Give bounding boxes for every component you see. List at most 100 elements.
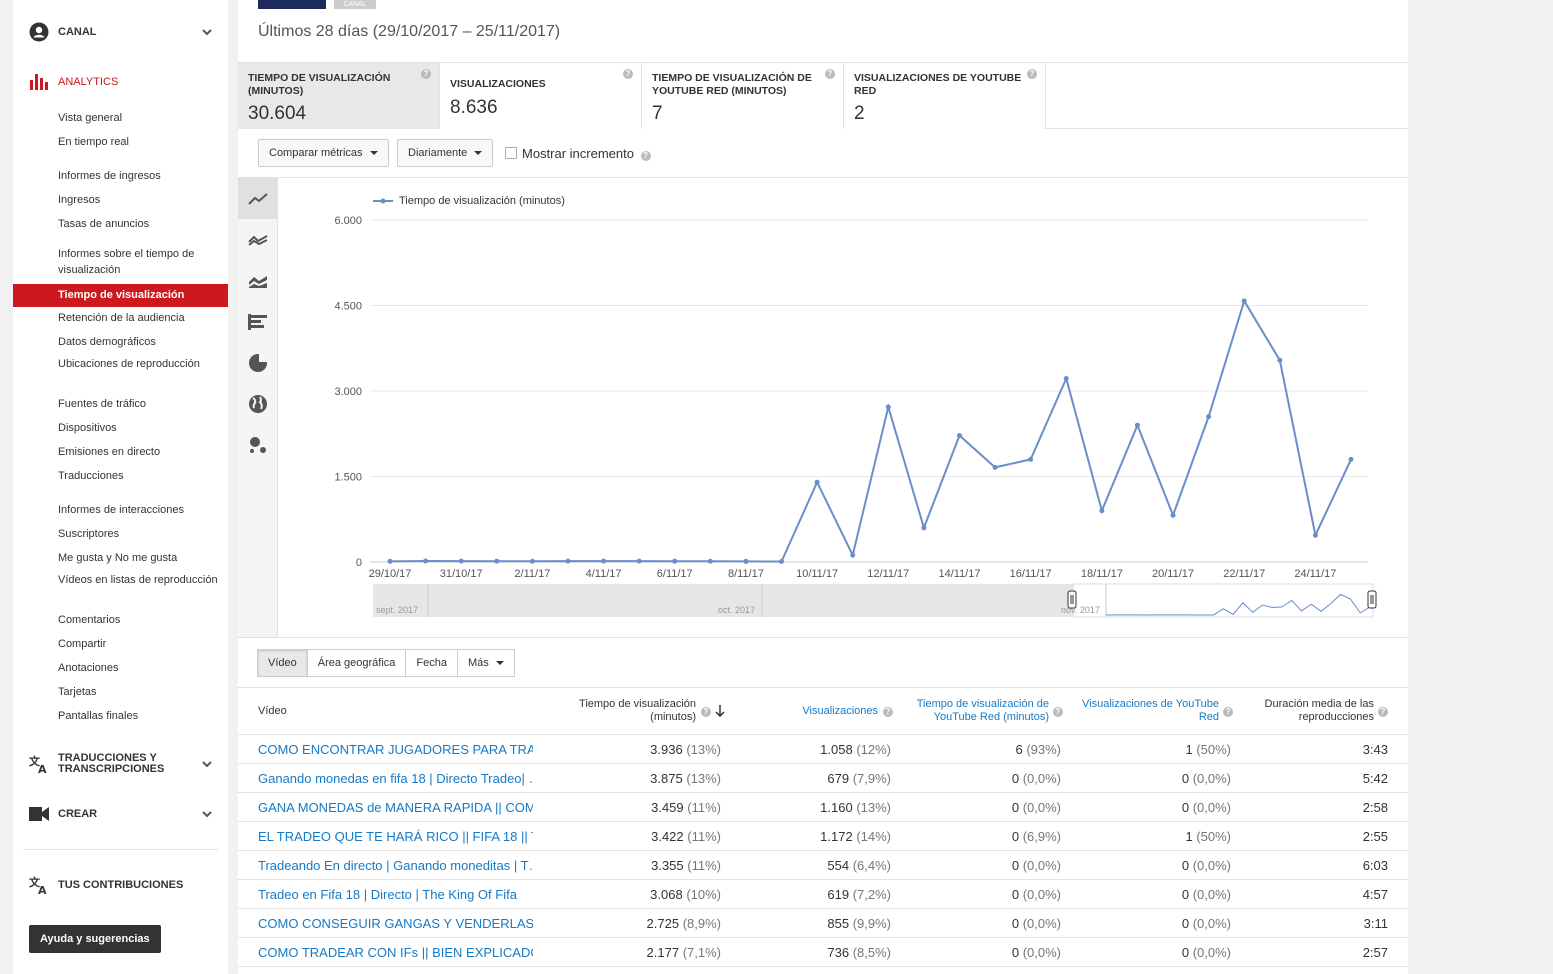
video-title-link[interactable]: Ganando monedas en fifa 18 | Directo Tra… bbox=[258, 771, 533, 786]
table-header: Vídeo Tiempo de visualización (minutos) … bbox=[238, 687, 1408, 735]
section-contribuciones[interactable]: 文A TUS CONTRIBUCIONES bbox=[13, 875, 228, 895]
sidebar-item-14[interactable]: Informes de interacciones bbox=[58, 502, 218, 518]
help-icon[interactable]: ? bbox=[1027, 69, 1037, 79]
help-icon[interactable]: ? bbox=[701, 707, 711, 717]
help-icon[interactable]: ? bbox=[640, 151, 651, 161]
page-scrollbar[interactable] bbox=[1546, 0, 1553, 974]
video-title-link[interactable]: COMO ENCONTRAR JUGADORES PARA TRAD… bbox=[258, 742, 533, 757]
sidebar-item-1[interactable]: En tiempo real bbox=[58, 134, 218, 150]
sidebar-item-15[interactable]: Suscriptores bbox=[58, 526, 218, 542]
watch-time-cell: 3.355 (11%) bbox=[651, 858, 721, 873]
sidebar-item-11[interactable]: Dispositivos bbox=[58, 420, 218, 436]
sidebar-item-5[interactable]: Informes sobre el tiempo de visualizació… bbox=[58, 246, 218, 278]
sidebar-item-0[interactable]: Vista general bbox=[58, 110, 218, 126]
sidebar-item-4[interactable]: Tasas de anuncios bbox=[58, 216, 218, 232]
bar-chart-tool[interactable] bbox=[238, 301, 278, 342]
metric-watch-time[interactable]: TIEMPO DE VISUALIZACIÓN (MINUTOS) ? 30.6… bbox=[238, 63, 440, 129]
video-title-link[interactable]: COMO TRADEAR CON IFs || BIEN EXPLICADO |… bbox=[258, 945, 533, 960]
tab-date[interactable]: Fecha bbox=[405, 649, 458, 677]
interval-dropdown[interactable]: Diariamente bbox=[397, 139, 494, 167]
metric-red-views[interactable]: VISUALIZACIONES DE YOUTUBE RED ? 2 bbox=[844, 63, 1046, 129]
metric-red-watch-time[interactable]: TIEMPO DE VISUALIZACIÓN DE YOUTUBE RED (… bbox=[642, 63, 844, 129]
tab-geography[interactable]: Área geográfica bbox=[306, 649, 407, 677]
tab-more[interactable]: Más bbox=[457, 649, 515, 677]
show-increment-label: Mostrar incremento ? bbox=[522, 146, 651, 161]
stacked-area-chart-tool[interactable] bbox=[238, 260, 278, 301]
sidebar-item-17[interactable]: Vídeos en listas de reproducción bbox=[58, 572, 218, 604]
sidebar-item-8[interactable]: Datos demográficos bbox=[58, 334, 218, 350]
metric-name: TIEMPO DE VISUALIZACIÓN (MINUTOS) bbox=[248, 72, 391, 97]
sidebar-item-20[interactable]: Anotaciones bbox=[58, 660, 218, 676]
table-row: EL TRADEO QUE TE HARÁ RICO || FIFA 18 ||… bbox=[238, 822, 1408, 851]
sidebar-item-19[interactable]: Compartir bbox=[58, 636, 218, 652]
data-point bbox=[707, 558, 713, 564]
chevron-down-icon[interactable] bbox=[201, 758, 213, 770]
red-watch-time-cell: 0 (0,0%) bbox=[1011, 887, 1061, 902]
help-icon[interactable]: ? bbox=[883, 707, 893, 717]
section-analytics[interactable]: ANALYTICS bbox=[13, 72, 228, 92]
data-point bbox=[992, 464, 998, 470]
video-title-link[interactable]: EL TRADEO QUE TE HARÁ RICO || FIFA 18 ||… bbox=[258, 829, 533, 844]
chevron-down-icon[interactable] bbox=[201, 808, 213, 820]
series-line bbox=[389, 298, 1352, 563]
pie-chart-icon bbox=[249, 352, 268, 372]
show-increment-checkbox[interactable] bbox=[505, 147, 517, 159]
help-icon[interactable]: ? bbox=[1223, 707, 1233, 717]
sidebar-item-16[interactable]: Me gusta y No me gusta bbox=[58, 550, 218, 566]
sidebar-item-21[interactable]: Tarjetas bbox=[58, 684, 218, 700]
red-watch-time-cell: 0 (6,9%) bbox=[1011, 829, 1061, 844]
line-chart-icon bbox=[248, 192, 268, 205]
sidebar-item-18[interactable]: Comentarios bbox=[58, 612, 218, 628]
sidebar-item-13[interactable]: Traducciones bbox=[58, 468, 218, 484]
header-avg-duration[interactable]: Duración media de las reproducciones bbox=[1243, 698, 1374, 724]
sidebar-item-2[interactable]: Informes de ingresos bbox=[58, 168, 218, 184]
multiline-chart-tool[interactable] bbox=[238, 219, 278, 260]
sidebar-item-9[interactable]: Ubicaciones de reproducción bbox=[58, 356, 218, 388]
channel-thumbnail[interactable] bbox=[258, 0, 326, 9]
map-chart-tool[interactable] bbox=[238, 383, 278, 424]
sidebar-item-12[interactable]: Emisiones en directo bbox=[58, 444, 218, 460]
table-row: COMO ENCONTRAR JUGADORES PARA TRAD… 3.936… bbox=[238, 735, 1408, 764]
header-red-watch-time[interactable]: Tiempo de visualización de YouTube Red (… bbox=[903, 698, 1049, 724]
avg-duration-cell: 3:11 bbox=[1363, 916, 1388, 931]
video-table: Vídeo Tiempo de visualización (minutos) … bbox=[238, 687, 1408, 967]
channel-badge: CANAL bbox=[334, 0, 376, 9]
main-content: CANAL Últimos 28 días (29/10/2017 – 25/1… bbox=[238, 0, 1408, 974]
header-red-views[interactable]: Visualizaciones de YouTube Red bbox=[1073, 698, 1219, 724]
video-title-link[interactable]: GANA MONEDAS de MANERA RAPIDA || COM… bbox=[258, 800, 533, 815]
help-icon[interactable]: ? bbox=[623, 69, 633, 79]
header-views[interactable]: Visualizaciones bbox=[778, 705, 878, 718]
section-canal[interactable]: CANAL bbox=[13, 22, 228, 42]
help-feedback-button[interactable]: Ayuda y sugerencias bbox=[29, 925, 161, 953]
section-traducciones[interactable]: 文A TRADUCCIONES Y TRANSCRIPCIONES bbox=[13, 752, 228, 776]
bubble-chart-tool[interactable] bbox=[238, 424, 278, 465]
pie-chart-tool[interactable] bbox=[238, 342, 278, 383]
video-title-link[interactable]: Tradeando En directo | Ganando moneditas… bbox=[258, 858, 533, 873]
sidebar-item-22[interactable]: Pantallas finales bbox=[58, 708, 218, 724]
sidebar-item-6[interactable]: Tiempo de visualización bbox=[13, 284, 228, 307]
compare-metrics-button[interactable]: Comparar métricas bbox=[258, 139, 389, 167]
header-watch-time[interactable]: Tiempo de visualización (minutos) bbox=[568, 698, 696, 724]
y-tick-label: 6.000 bbox=[334, 215, 362, 227]
help-icon[interactable]: ? bbox=[1053, 707, 1063, 717]
help-icon[interactable]: ? bbox=[421, 69, 431, 79]
avg-duration-cell: 2:58 bbox=[1362, 800, 1388, 815]
video-title-link[interactable]: Tradeo en Fifa 18 | Directo | The King O… bbox=[258, 887, 533, 902]
chevron-down-icon[interactable] bbox=[201, 26, 213, 38]
watch-time-cell: 3.459 (11%) bbox=[651, 800, 721, 815]
tab-video[interactable]: Vídeo bbox=[257, 649, 308, 677]
section-crear-label: CREAR bbox=[58, 807, 98, 820]
red-views-cell: 0 (0,0%) bbox=[1181, 945, 1231, 960]
help-icon[interactable]: ? bbox=[1378, 707, 1388, 717]
video-title-link[interactable]: COMO CONSEGUIR GANGAS Y VENDERLAS C… bbox=[258, 916, 533, 931]
sidebar-item-10[interactable]: Fuentes de tráfico bbox=[58, 396, 218, 412]
sidebar-item-7[interactable]: Retención de la audiencia bbox=[58, 310, 218, 326]
metric-views[interactable]: VISUALIZACIONES ? 8.636 bbox=[440, 63, 642, 129]
x-tick-label: 29/10/17 bbox=[369, 568, 412, 580]
sidebar-item-3[interactable]: Ingresos bbox=[58, 192, 218, 208]
sort-down-icon[interactable] bbox=[715, 705, 725, 717]
section-crear[interactable]: CREAR bbox=[13, 804, 228, 824]
help-icon[interactable]: ? bbox=[825, 69, 835, 79]
line-chart-tool[interactable] bbox=[238, 178, 278, 219]
data-point bbox=[921, 525, 927, 531]
